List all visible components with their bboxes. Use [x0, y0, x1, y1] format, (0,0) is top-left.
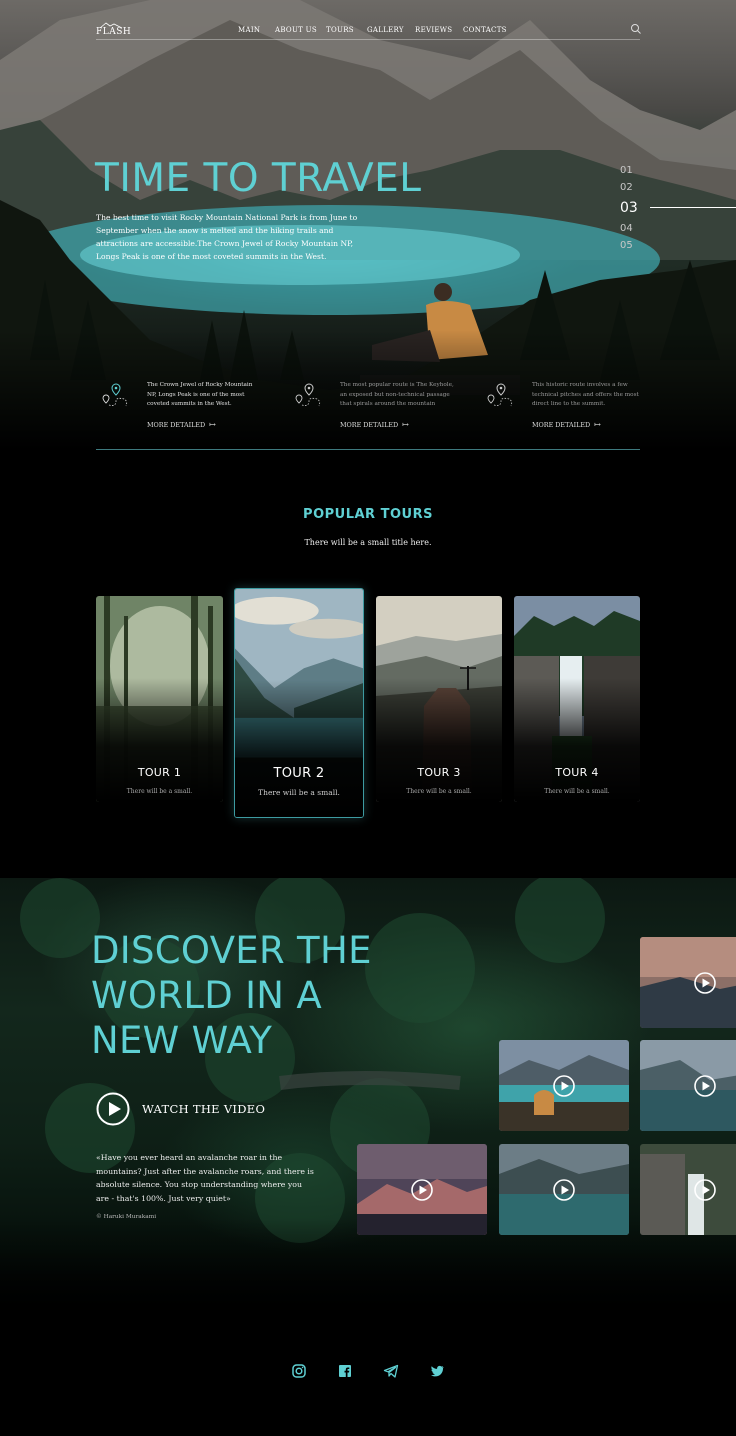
main-nav: MAIN ABOUT US TOURS GALLERY REVIEWS CONT… — [0, 26, 736, 36]
nav-item-tours[interactable]: TOURS — [326, 26, 354, 34]
hero-title: TIME TO TRAVEL — [95, 156, 422, 201]
active-slide-indicator — [650, 207, 736, 208]
nav-item-contacts[interactable]: CONTACTS — [463, 26, 507, 34]
video-thumbnail-3[interactable] — [640, 1040, 736, 1131]
tour-name: TOUR 4 — [555, 766, 599, 779]
play-icon — [553, 1075, 575, 1097]
more-detailed-link[interactable]: MORE DETAILED ↦ — [532, 420, 601, 429]
play-icon — [411, 1179, 433, 1201]
route-pin-icon — [102, 383, 128, 407]
watch-video-link[interactable]: WATCH THE VIDEO — [142, 1102, 265, 1116]
play-icon — [694, 1179, 716, 1201]
more-detailed-link[interactable]: MORE DETAILED ↦ — [340, 420, 409, 429]
discover-title: DISCOVER THE WORLD IN A NEW WAY — [91, 928, 421, 1063]
slide-number-04[interactable]: 04 — [620, 223, 660, 240]
nav-item-main[interactable]: MAIN — [238, 26, 260, 34]
tour-card-4[interactable]: TOUR 4 There will be a small. — [514, 596, 640, 802]
tour-card-1[interactable]: TOUR 1 There will be a small. — [96, 596, 223, 802]
discover-title-line: DISCOVER THE — [91, 929, 372, 972]
tour-name: TOUR 3 — [417, 766, 461, 779]
slide-number-05[interactable]: 05 — [620, 240, 660, 257]
telegram-icon[interactable] — [383, 1363, 399, 1379]
slide-number-02[interactable]: 02 — [620, 182, 660, 199]
video-thumbnail-image — [640, 937, 736, 1028]
popular-tours-subtitle: There will be a small title here. — [304, 538, 432, 547]
tour-card-3[interactable]: TOUR 3 There will be a small. — [376, 596, 502, 802]
play-video-icon[interactable] — [96, 1092, 130, 1126]
twitter-icon[interactable] — [429, 1363, 445, 1379]
nav-item-reviews[interactable]: REVIEWS — [415, 26, 452, 34]
search-icon[interactable] — [630, 23, 642, 35]
route-pin-icon — [295, 383, 321, 407]
video-thumbnail-image — [640, 1040, 736, 1131]
feature-text: The Crown Jewel of Rocky Mountain NP, Lo… — [147, 382, 253, 407]
play-icon — [553, 1179, 575, 1201]
quote-author: © Haruki Murakami — [96, 1214, 157, 1220]
popular-tours-title: POPULAR TOURS — [303, 507, 433, 522]
play-icon — [694, 1075, 716, 1097]
video-thumbnail-image — [640, 1144, 736, 1235]
arrow-right-icon: ↦ — [402, 420, 409, 429]
discover-title-line: WORLD IN A — [91, 974, 322, 1017]
tour-name: TOUR 1 — [137, 766, 182, 779]
video-thumbnail-4[interactable] — [357, 1144, 487, 1235]
video-thumbnail-2[interactable] — [499, 1040, 629, 1131]
nav-item-about-us[interactable]: ABOUT US — [275, 26, 317, 34]
video-thumbnail-6[interactable] — [640, 1144, 736, 1235]
slide-number-03-active[interactable]: 03 — [620, 199, 660, 223]
facebook-icon[interactable] — [337, 1363, 353, 1379]
discover-title-line: NEW WAY — [91, 1019, 273, 1062]
tour-name: TOUR 2 — [273, 766, 325, 781]
hero-description: The best time to visit Rocky Mountain Na… — [96, 213, 358, 261]
video-thumbnail-1[interactable] — [640, 937, 736, 1028]
section-divider — [96, 449, 640, 450]
card-overlay — [96, 678, 223, 802]
nav-divider — [96, 39, 640, 40]
play-icon — [694, 972, 716, 994]
quote-text: «Have you ever heard an avalanche roar i… — [96, 1153, 314, 1203]
feature-text: This historic route involves a few techn… — [532, 382, 639, 407]
card-overlay — [376, 678, 502, 802]
card-overlay — [514, 678, 640, 802]
arrow-right-icon: ↦ — [594, 420, 601, 429]
video-thumbnail-5[interactable] — [499, 1144, 629, 1235]
nav-item-gallery[interactable]: GALLERY — [367, 26, 404, 34]
tour-description: There will be a small. — [544, 788, 610, 795]
tour-description: There will be a small. — [258, 788, 340, 797]
instagram-icon[interactable] — [291, 1363, 307, 1379]
feature-text: The most popular route is The Keyhole, a… — [340, 382, 454, 407]
slide-number-01[interactable]: 01 — [620, 165, 660, 182]
tour-description: There will be a small. — [406, 788, 472, 795]
arrow-right-icon: ↦ — [209, 420, 216, 429]
slide-pager: 01 02 03 04 05 — [620, 165, 660, 257]
tour-card-2[interactable]: TOUR 2 There will be a small. — [234, 588, 364, 818]
route-pin-icon — [487, 383, 513, 407]
tour-description: There will be a small. — [126, 788, 193, 795]
more-detailed-link[interactable]: MORE DETAILED ↦ — [147, 420, 216, 429]
